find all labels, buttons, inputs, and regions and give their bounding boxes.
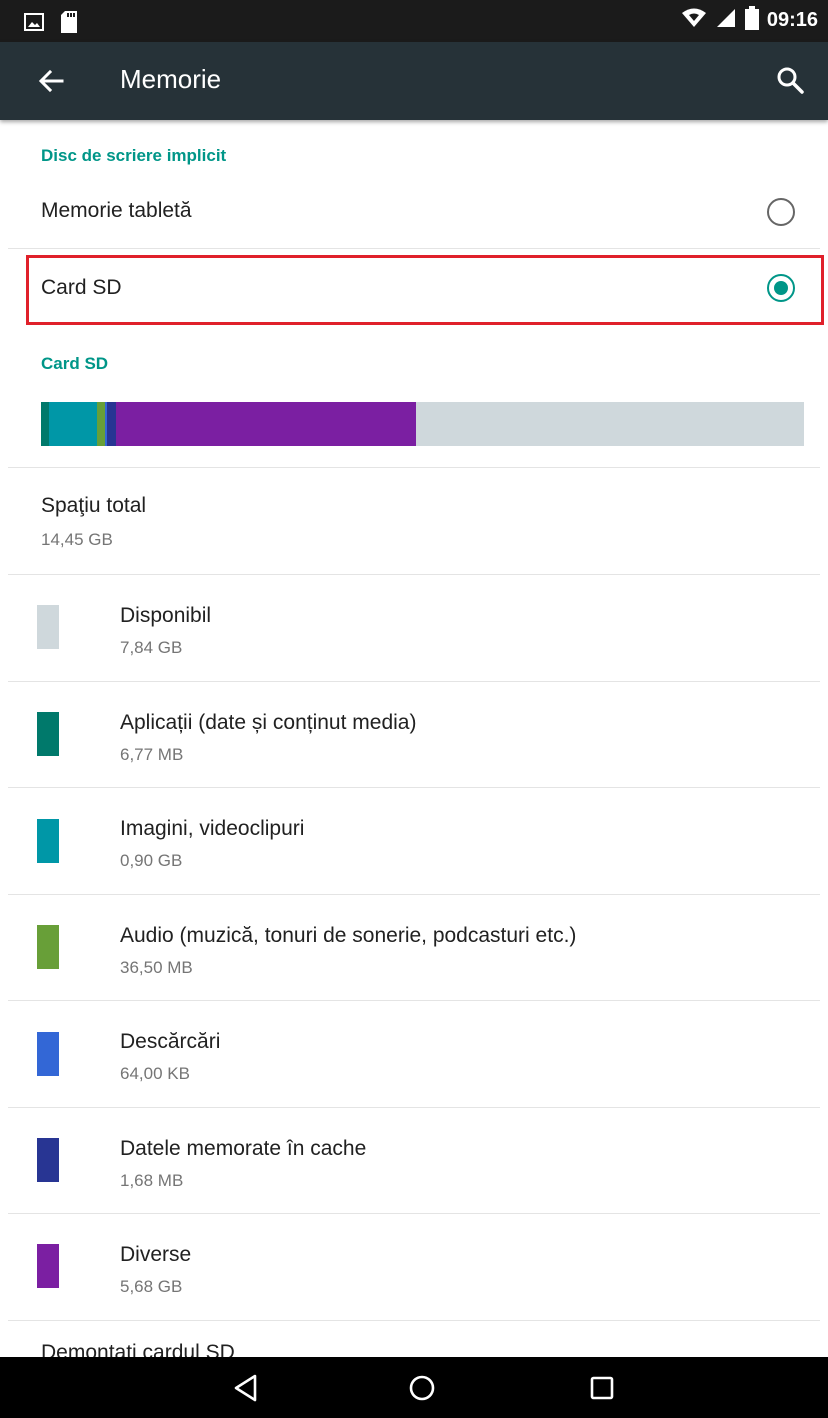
category-audio[interactable]: Audio (muzică, tonuri de sonerie, podcas… xyxy=(0,896,828,1002)
option-tablet-memory[interactable]: Memorie tabletă xyxy=(0,180,828,246)
divider xyxy=(8,894,820,895)
divider xyxy=(8,1320,820,1321)
app-bar: Memorie xyxy=(0,42,828,120)
divider xyxy=(8,1107,820,1108)
search-icon[interactable] xyxy=(774,64,806,96)
category-label: Datele memorate în cache xyxy=(120,1137,367,1160)
category-label: Disponibil xyxy=(120,604,212,627)
divider xyxy=(8,1213,820,1214)
category-label: Imagini, videoclipuri xyxy=(120,817,305,840)
wifi-icon xyxy=(681,7,707,34)
storage-bar-segment xyxy=(116,402,416,446)
category-label: Descărcări xyxy=(120,1030,221,1053)
battery-icon xyxy=(744,6,759,35)
home-icon[interactable] xyxy=(405,1371,439,1405)
storage-bar-segment xyxy=(49,402,97,446)
divider xyxy=(8,681,820,682)
divider xyxy=(8,1000,820,1001)
category-value: 0,90 GB xyxy=(120,851,183,870)
sd-card-header: Card SD xyxy=(41,354,109,373)
highlight-box xyxy=(26,255,824,325)
storage-bar-segment xyxy=(96,402,106,446)
divider xyxy=(8,248,820,249)
storage-bar-segment xyxy=(415,402,804,446)
color-swatch xyxy=(37,1244,59,1288)
category-value: 1,68 MB xyxy=(120,1171,184,1190)
option-tablet-memory-label: Memorie tabletă xyxy=(41,199,192,222)
storage-bar-segment xyxy=(107,402,117,446)
category-apps[interactable]: Aplicații (date și conținut media) 6,77 … xyxy=(0,683,828,789)
storage-usage-bar xyxy=(41,402,804,446)
category-misc[interactable]: Diverse 5,68 GB xyxy=(0,1215,828,1321)
radio-tablet-memory[interactable] xyxy=(767,198,795,226)
color-swatch xyxy=(37,925,59,969)
category-value: 64,00 KB xyxy=(120,1064,190,1083)
signal-icon xyxy=(715,7,737,34)
total-space-value: 14,45 GB xyxy=(41,530,113,549)
category-label: Diverse xyxy=(120,1243,192,1266)
category-value: 5,68 GB xyxy=(120,1277,183,1296)
status-time: 09:16 xyxy=(766,9,818,31)
color-swatch xyxy=(37,712,59,756)
category-cache[interactable]: Datele memorate în cache 1,68 MB xyxy=(0,1109,828,1215)
color-swatch xyxy=(37,1138,59,1182)
color-swatch xyxy=(37,1032,59,1076)
sd-card-notification-icon xyxy=(60,10,78,39)
category-label: Aplicații (date și conținut media) xyxy=(120,711,417,734)
total-space-label: Spaţiu total xyxy=(41,494,147,517)
color-swatch xyxy=(37,605,59,649)
category-images-videos[interactable]: Imagini, videoclipuri 0,90 GB xyxy=(0,789,828,895)
color-swatch xyxy=(37,819,59,863)
gallery-notification-icon xyxy=(24,12,44,37)
status-bar: 09:16 xyxy=(0,0,828,42)
recents-icon[interactable] xyxy=(585,1371,619,1405)
divider xyxy=(8,574,820,575)
arrow-back-icon[interactable] xyxy=(34,64,68,98)
category-value: 7,84 GB xyxy=(120,638,183,657)
divider xyxy=(8,787,820,788)
category-value: 6,77 MB xyxy=(120,745,184,764)
category-downloads[interactable]: Descărcări 64,00 KB xyxy=(0,1002,828,1108)
navigation-bar xyxy=(0,1357,828,1418)
back-nav-icon[interactable] xyxy=(229,1371,263,1405)
storage-bar-segment xyxy=(41,402,50,446)
default-disk-header: Disc de scriere implicit xyxy=(41,146,227,165)
page-title: Memorie xyxy=(120,64,222,94)
category-label: Audio (muzică, tonuri de sonerie, podcas… xyxy=(120,924,577,947)
category-value: 36,50 MB xyxy=(120,958,193,977)
divider xyxy=(8,467,820,468)
category-available[interactable]: Disponibil 7,84 GB xyxy=(0,576,828,682)
